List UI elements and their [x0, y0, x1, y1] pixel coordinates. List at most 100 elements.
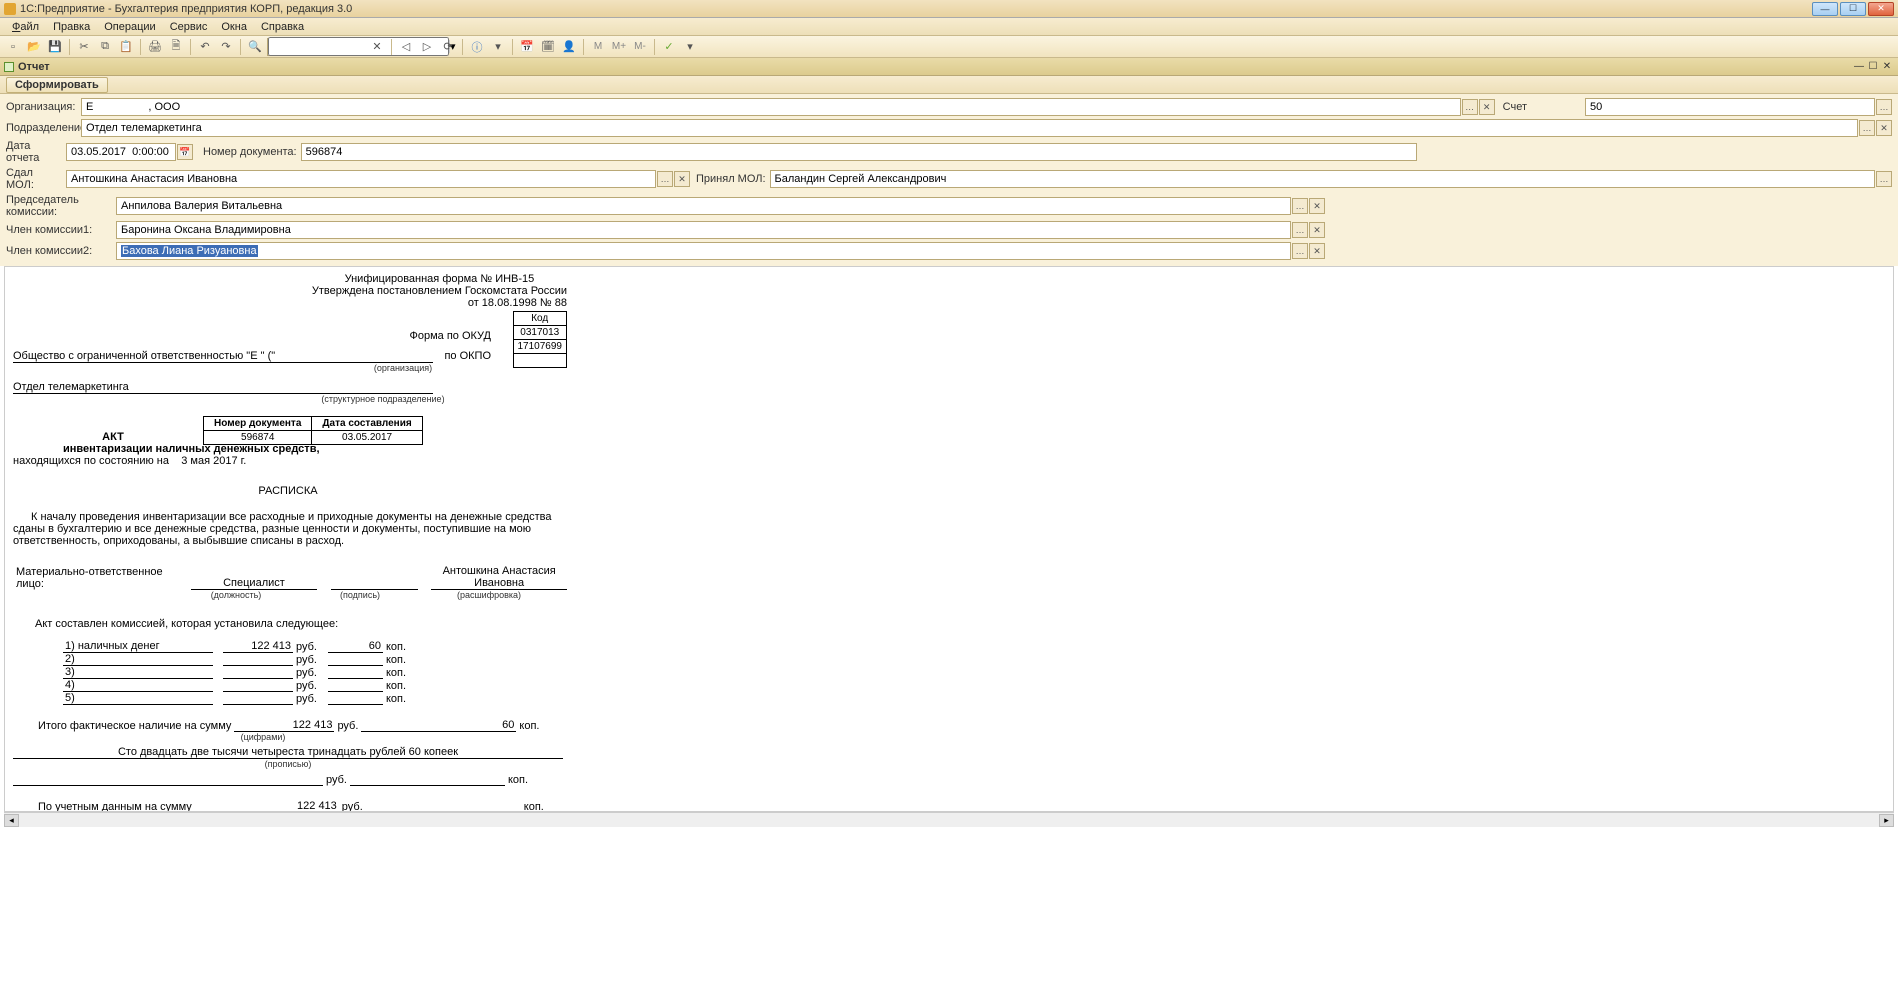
new-icon[interactable]: ▫: [4, 38, 22, 56]
refresh-icon[interactable]: ⟳: [439, 38, 457, 56]
form-line: Унифицированная форма № ИНВ-15: [312, 273, 567, 285]
m1-clear-icon[interactable]: ✕: [1309, 222, 1325, 238]
open-icon[interactable]: 📂: [25, 38, 43, 56]
search-combo[interactable]: ▾: [267, 38, 365, 56]
mol-name: Антошкина Анастасия Ивановна: [431, 565, 567, 590]
date-picker-icon[interactable]: 📅: [177, 144, 193, 160]
user-icon[interactable]: 👤: [560, 38, 578, 56]
m2-selected-text: Бахова Лиана Ризуановна: [121, 245, 258, 257]
act-sub: инвентаризации наличных денежных средств…: [63, 443, 567, 455]
org-input[interactable]: [81, 98, 1461, 116]
document-preview[interactable]: Унифицированная форма № ИНВ-15 Утвержден…: [4, 266, 1894, 812]
print-icon[interactable]: 🖨: [146, 38, 164, 56]
undo-icon[interactable]: ↶: [196, 38, 214, 56]
scroll-left-icon[interactable]: ◂: [4, 814, 19, 827]
total-words: Сто двадцать две тысячи четыреста тринад…: [13, 746, 563, 759]
account-input[interactable]: [1585, 98, 1875, 116]
approved-line: Утверждена постановлением Госкомстата Ро…: [312, 285, 567, 297]
report-form: Организация: … ✕ Счет … Подразделение: ……: [0, 94, 1898, 266]
org-select-icon[interactable]: …: [1462, 99, 1478, 115]
dropdown-icon[interactable]: ▾: [489, 38, 507, 56]
took-input[interactable]: [770, 170, 1875, 188]
org-label: Организация:: [6, 101, 81, 113]
clear-search-icon[interactable]: ✕: [368, 38, 386, 56]
okpo-label: по ОКПО: [433, 350, 497, 363]
tab-close-icon[interactable]: ✕: [1880, 60, 1894, 74]
docnum-label: Номер документа:: [193, 146, 301, 158]
m2-label: Член комиссии2:: [6, 245, 116, 257]
minimize-button[interactable]: —: [1812, 2, 1838, 16]
tab-minimize-icon[interactable]: —: [1852, 60, 1866, 74]
as-of-date: 3 мая 2017 г.: [181, 455, 246, 467]
as-of-label: находящихся по состоянию на: [13, 455, 169, 467]
m-icon[interactable]: M: [589, 38, 607, 56]
m2-input[interactable]: Бахова Лиана Ризуановна: [116, 242, 1291, 260]
preview-icon[interactable]: 🗎: [167, 38, 185, 56]
date-input[interactable]: [66, 143, 176, 161]
gave-select-icon[interactable]: …: [657, 171, 673, 187]
by-books-label: По учетным данным на сумму: [35, 801, 195, 812]
chair-clear-icon[interactable]: ✕: [1309, 198, 1325, 214]
actions-dd-icon[interactable]: ▾: [681, 38, 699, 56]
dept-input[interactable]: [81, 119, 1858, 137]
org-fullname: Общество с ограниченной ответственностью…: [13, 350, 433, 363]
scroll-right-icon[interactable]: ▸: [1879, 814, 1894, 827]
account-select-icon[interactable]: …: [1876, 99, 1892, 115]
maximize-button[interactable]: ☐: [1840, 2, 1866, 16]
document-tab-bar: Отчет — ☐ ✕: [0, 58, 1898, 76]
m-minus-icon[interactable]: M-: [631, 38, 649, 56]
commission-line: Акт составлен комиссией, которая установ…: [35, 618, 567, 630]
copy-icon[interactable]: ⧉: [96, 38, 114, 56]
cut-icon[interactable]: ✂: [75, 38, 93, 56]
receipt-header: РАСПИСКА: [13, 485, 563, 497]
took-label: Принял МОЛ:: [690, 173, 770, 185]
menu-operations[interactable]: Операции: [98, 20, 161, 34]
generate-button[interactable]: Сформировать: [6, 77, 108, 93]
m1-select-icon[interactable]: …: [1292, 222, 1308, 238]
menu-bar: ФФайлайл Правка Операции Сервис Окна Спр…: [0, 18, 1898, 36]
dept-select-icon[interactable]: …: [1859, 120, 1875, 136]
took-select-icon[interactable]: …: [1876, 171, 1892, 187]
window-title: 1С:Предприятие - Бухгалтерия предприятия…: [20, 3, 1812, 15]
menu-help[interactable]: Справка: [255, 20, 310, 34]
app-icon: [4, 3, 16, 15]
menu-file[interactable]: ФФайлайл: [6, 20, 45, 34]
save-icon[interactable]: 💾: [46, 38, 64, 56]
m-plus-icon[interactable]: M+: [610, 38, 628, 56]
report-tab-title[interactable]: Отчет: [18, 61, 1852, 73]
search-icon[interactable]: 🔍: [246, 38, 264, 56]
gave-label: Сдал МОЛ:: [6, 167, 66, 191]
horizontal-scrollbar[interactable]: ◂ ▸: [4, 812, 1894, 827]
menu-edit[interactable]: Правка: [47, 20, 96, 34]
dept-fullname: Отдел телемаркетинга: [13, 381, 433, 394]
chair-select-icon[interactable]: …: [1292, 198, 1308, 214]
docnum-input[interactable]: [301, 143, 1417, 161]
org-clear-icon[interactable]: ✕: [1479, 99, 1495, 115]
info-icon[interactable]: ⓘ: [468, 38, 486, 56]
report-tab-icon: [4, 62, 14, 72]
calendar-icon[interactable]: 📅: [518, 38, 536, 56]
m2-select-icon[interactable]: …: [1292, 243, 1308, 259]
chair-input[interactable]: [116, 197, 1291, 215]
calc-icon[interactable]: 🗓: [539, 38, 557, 56]
nav-fwd-icon[interactable]: ▷: [418, 38, 436, 56]
main-toolbar: ▫ 📂 💾 ✂ ⧉ 📋 🖨 🗎 ↶ ↷ 🔍 ▾ ✕ ◁ ▷ ⟳ ⓘ ▾ 📅 🗓 …: [0, 36, 1898, 58]
action-bar: Сформировать: [0, 76, 1898, 94]
dept-clear-icon[interactable]: ✕: [1876, 120, 1892, 136]
nav-back-icon[interactable]: ◁: [397, 38, 415, 56]
close-button[interactable]: ✕: [1868, 2, 1894, 16]
menu-windows[interactable]: Окна: [215, 20, 253, 34]
m1-input[interactable]: [116, 221, 1291, 239]
m2-clear-icon[interactable]: ✕: [1309, 243, 1325, 259]
chair-label: Председатель комиссии:: [6, 194, 116, 218]
redo-icon[interactable]: ↷: [217, 38, 235, 56]
actions-icon[interactable]: ✓: [660, 38, 678, 56]
paste-icon[interactable]: 📋: [117, 38, 135, 56]
menu-service[interactable]: Сервис: [164, 20, 214, 34]
window-controls: — ☐ ✕: [1812, 2, 1894, 16]
tab-restore-icon[interactable]: ☐: [1866, 60, 1880, 74]
gave-input[interactable]: [66, 170, 656, 188]
mol-position: Специалист: [191, 577, 317, 590]
mol-label: Материально-ответственное лицо:: [13, 566, 191, 590]
gave-clear-icon[interactable]: ✕: [674, 171, 690, 187]
